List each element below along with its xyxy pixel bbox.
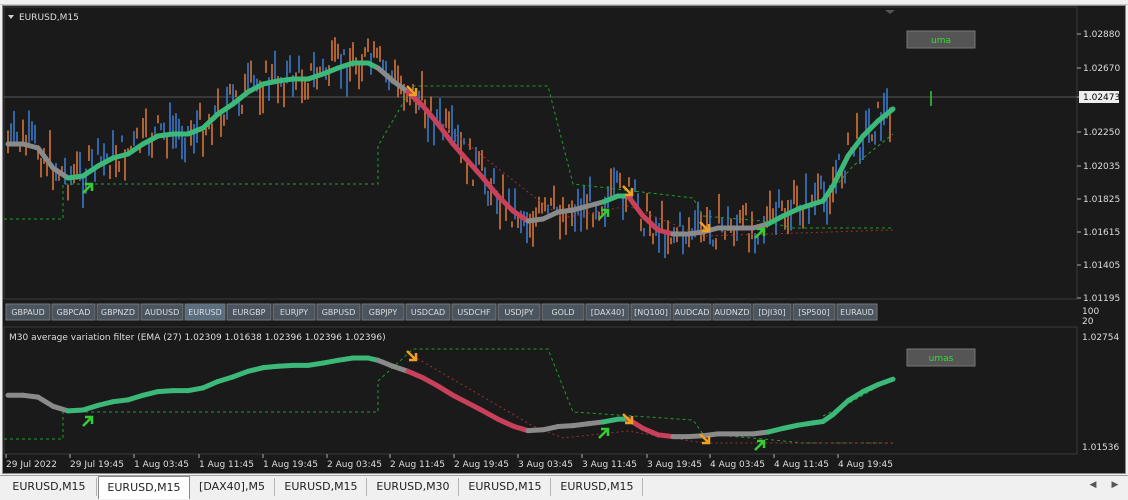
time-label: 4 Aug 19:45 <box>838 460 893 470</box>
chart-tab[interactable]: EURUSD,M15 <box>552 478 643 496</box>
chart-tab-bar: EURUSD,M15 EURUSD,M15 [DAX40],M5 EURUSD,M15… <box>0 475 1128 500</box>
symbol-button-label: EURGBP <box>233 308 266 317</box>
scale-label-20: 20 <box>1082 317 1094 327</box>
price-label: 1.02250 <box>1083 128 1120 138</box>
chart-tab[interactable]: [DAX40],M5 <box>190 478 275 496</box>
time-label: 3 Aug 03:45 <box>518 460 573 470</box>
time-label: 2 Aug 11:45 <box>390 460 445 470</box>
symbol-button-label: GBPNZD <box>101 308 135 317</box>
symbol-button-label: GBPCAD <box>57 308 91 317</box>
scale-label-100: 100 <box>1082 307 1099 317</box>
main-chart-area[interactable] <box>3 6 1078 300</box>
symbol-buttons: GBPAUD GBPCAD GBPNZD AUDUSD EURUSD EURGBP EURJ… <box>5 303 878 321</box>
symbol-button-label: EURUSD <box>188 308 222 317</box>
time-label: 3 Aug 11:45 <box>582 460 637 470</box>
price-label: 1.02670 <box>1083 64 1120 74</box>
sub-chart-title: M30 average variation filter (EMA (27) 1… <box>9 333 386 343</box>
tab-scroll-left-icon[interactable]: ◀ <box>1086 480 1100 490</box>
chart-tab[interactable]: EURUSD,M15 <box>98 476 190 499</box>
symbol-button-label: EURAUD <box>840 308 874 317</box>
symbol-button-label: [DAX40] <box>591 308 624 317</box>
symbol-button-label: GOLD <box>551 308 574 317</box>
symbol-button-label: [NQ100] <box>634 308 668 317</box>
chart-tab[interactable]: EURUSD,M15 <box>276 478 367 496</box>
symbol-button-label: EURJPY <box>280 308 308 317</box>
time-label: 29 Jul 2022 <box>6 460 57 470</box>
time-label: 1 Aug 11:45 <box>199 460 254 470</box>
sub-price-label-bottom: 1.01536 <box>1082 443 1119 453</box>
main-chart-title: EURUSD,M15 <box>19 13 79 23</box>
symbol-button-label: USDJPY <box>505 308 534 317</box>
chart-window[interactable]: EURUSD,M15 1.02880 1.02670 1.02473 1.02250 1… <box>2 5 1126 474</box>
symbol-button-label: [DJI30] <box>758 308 785 317</box>
price-label: 1.01405 <box>1083 261 1120 271</box>
time-label: 2 Aug 03:45 <box>327 460 382 470</box>
time-label: 2 Aug 19:45 <box>454 460 509 470</box>
time-label: 4 Aug 11:45 <box>774 460 829 470</box>
symbol-button-label: AUDNZD <box>714 308 749 317</box>
tab-scroll-right-icon[interactable]: ▶ <box>1108 480 1122 490</box>
symbol-button-label: GBPUSD <box>322 308 356 317</box>
price-label: 1.01825 <box>1083 195 1120 205</box>
price-label: 1.02035 <box>1083 162 1120 172</box>
time-label: 29 Jul 19:45 <box>70 460 124 470</box>
uma-label: uma <box>931 36 951 46</box>
symbol-button-label: GBPAUD <box>11 308 45 317</box>
symbol-button-label: AUDUSD <box>145 308 180 317</box>
current-price-label: 1.02473 <box>1083 93 1120 103</box>
price-label: 1.01615 <box>1083 228 1120 238</box>
chart-tab[interactable]: EURUSD,M15 <box>460 478 551 496</box>
chart-tab[interactable]: EURUSD,M30 <box>368 478 459 496</box>
symbol-button-label: GBPJPY <box>369 308 398 317</box>
price-label: 1.02880 <box>1083 30 1120 40</box>
price-scale[interactable]: 1.02880 1.02670 1.02473 1.02250 1.02035 1.018… <box>1077 30 1120 304</box>
time-axis[interactable]: 29 Jul 2022 29 Jul 19:45 1 Aug 03:45 1 Aug … <box>5 454 893 470</box>
symbol-button-label: USDCHF <box>457 308 491 317</box>
umas-label: umas <box>929 354 954 364</box>
price-label: 1.01195 <box>1083 294 1120 304</box>
time-label: 1 Aug 19:45 <box>263 460 318 470</box>
chart-tab[interactable]: EURUSD,M15 <box>2 478 97 496</box>
time-label: 1 Aug 03:45 <box>134 460 189 470</box>
time-label: 3 Aug 19:45 <box>647 460 702 470</box>
sub-price-label-top: 1.02754 <box>1082 333 1119 343</box>
symbol-button-label: AUDCAD <box>675 308 710 317</box>
time-label: 4 Aug 03:45 <box>710 460 765 470</box>
chart-canvas[interactable]: EURUSD,M15 1.028801.026701.024731.022501… <box>3 6 1125 473</box>
symbol-button-label: [SP500] <box>798 308 829 317</box>
symbol-button-label: USDCAD <box>411 308 445 317</box>
